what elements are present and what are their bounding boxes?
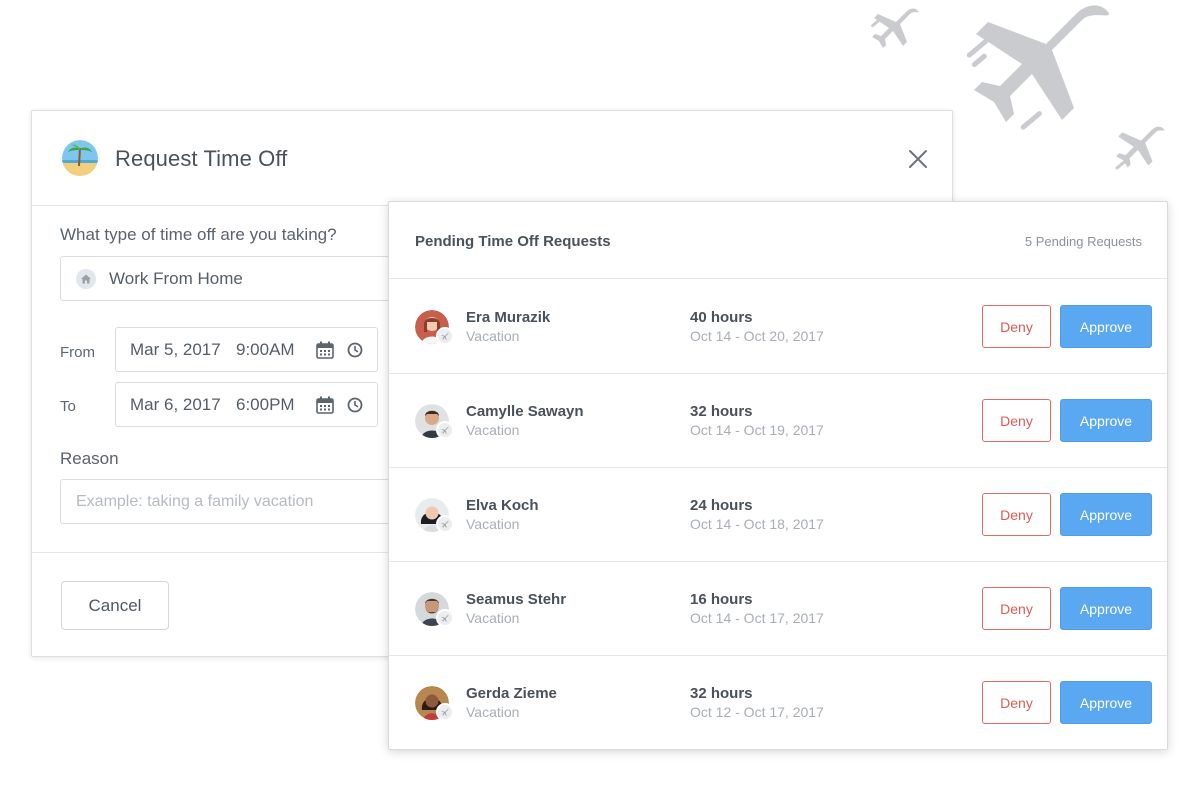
reason-input[interactable]	[60, 479, 400, 524]
request-hours: 16 hours	[690, 591, 753, 608]
approve-button[interactable]: Approve	[1060, 399, 1152, 442]
calendar-icon[interactable]	[316, 396, 334, 414]
clock-icon[interactable]	[347, 342, 363, 358]
airplane-icon	[436, 609, 454, 627]
deny-button[interactable]: Deny	[982, 493, 1051, 536]
request-type: Vacation	[466, 610, 520, 626]
deny-button[interactable]: Deny	[982, 681, 1051, 724]
pending-title: Pending Time Off Requests	[415, 233, 611, 250]
request-row: Seamus Stehr Vacation 16 hours Oct 14 - …	[389, 562, 1167, 656]
request-type: Vacation	[466, 516, 520, 532]
to-date: Mar 6, 2017	[130, 395, 221, 414]
calendar-icon[interactable]	[316, 341, 334, 359]
airplane-icon	[436, 515, 454, 533]
pending-requests-panel: Pending Time Off Requests 5 Pending Requ…	[388, 201, 1168, 750]
requester-name: Era Murazik	[466, 309, 551, 326]
pending-count: 5 Pending Requests	[1024, 234, 1142, 249]
to-label: To	[60, 398, 76, 415]
approve-button[interactable]: Approve	[1060, 587, 1152, 630]
clock-icon[interactable]	[347, 397, 363, 413]
request-dates: Oct 14 - Oct 17, 2017	[690, 610, 824, 626]
reason-label: Reason	[60, 449, 119, 468]
pending-header: Pending Time Off Requests 5 Pending Requ…	[389, 202, 1167, 279]
requester-name: Elva Koch	[466, 497, 539, 514]
approve-button[interactable]: Approve	[1060, 305, 1152, 348]
beach-icon	[62, 140, 98, 176]
request-hours: 32 hours	[690, 403, 753, 420]
large-airplane-icon	[966, 5, 1110, 130]
deny-button[interactable]: Deny	[982, 399, 1051, 442]
requester-name: Camylle Sawayn	[466, 403, 584, 420]
request-type: Vacation	[466, 704, 520, 720]
airplane-icon	[436, 421, 454, 439]
from-label: From	[60, 344, 95, 361]
modal-header: Request Time Off	[32, 111, 952, 206]
airplane-icon	[436, 703, 454, 721]
requester-name: Seamus Stehr	[466, 591, 567, 608]
request-dates: Oct 12 - Oct 17, 2017	[690, 704, 824, 720]
airplane-icon	[436, 327, 454, 345]
request-hours: 32 hours	[690, 685, 753, 702]
from-time: 9:00AM	[236, 340, 295, 359]
small-airplane-icon	[871, 8, 919, 48]
requester-name: Gerda Zieme	[466, 685, 557, 702]
time-off-type-select[interactable]: Work From Home	[60, 256, 400, 301]
request-row: Gerda Zieme Vacation 32 hours Oct 12 - O…	[389, 656, 1167, 750]
cancel-button[interactable]: Cancel	[61, 581, 169, 630]
request-type: Vacation	[466, 328, 520, 344]
request-dates: Oct 14 - Oct 20, 2017	[690, 328, 824, 344]
request-row: Elva Koch Vacation 24 hours Oct 14 - Oct…	[389, 468, 1167, 562]
time-off-type-value: Work From Home	[109, 269, 243, 288]
request-type: Vacation	[466, 422, 520, 438]
request-dates: Oct 14 - Oct 19, 2017	[690, 422, 824, 438]
small-airplane-icon	[1115, 126, 1165, 170]
deny-button[interactable]: Deny	[982, 305, 1051, 348]
request-hours: 40 hours	[690, 309, 753, 326]
close-icon[interactable]	[906, 147, 930, 171]
time-off-type-label: What type of time off are you taking?	[60, 225, 337, 244]
to-time: 6:00PM	[236, 395, 295, 414]
approve-button[interactable]: Approve	[1060, 681, 1152, 724]
from-datetime-field[interactable]: Mar 5, 2017 9:00AM	[115, 327, 378, 372]
request-dates: Oct 14 - Oct 18, 2017	[690, 516, 824, 532]
approve-button[interactable]: Approve	[1060, 493, 1152, 536]
request-row: Camylle Sawayn Vacation 32 hours Oct 14 …	[389, 374, 1167, 468]
request-row: Era Murazik Vacation 40 hours Oct 14 - O…	[389, 280, 1167, 374]
to-datetime-field[interactable]: Mar 6, 2017 6:00PM	[115, 382, 378, 427]
request-hours: 24 hours	[690, 497, 753, 514]
from-date: Mar 5, 2017	[130, 340, 221, 359]
modal-title: Request Time Off	[115, 146, 288, 171]
home-icon	[76, 269, 96, 289]
deny-button[interactable]: Deny	[982, 587, 1051, 630]
